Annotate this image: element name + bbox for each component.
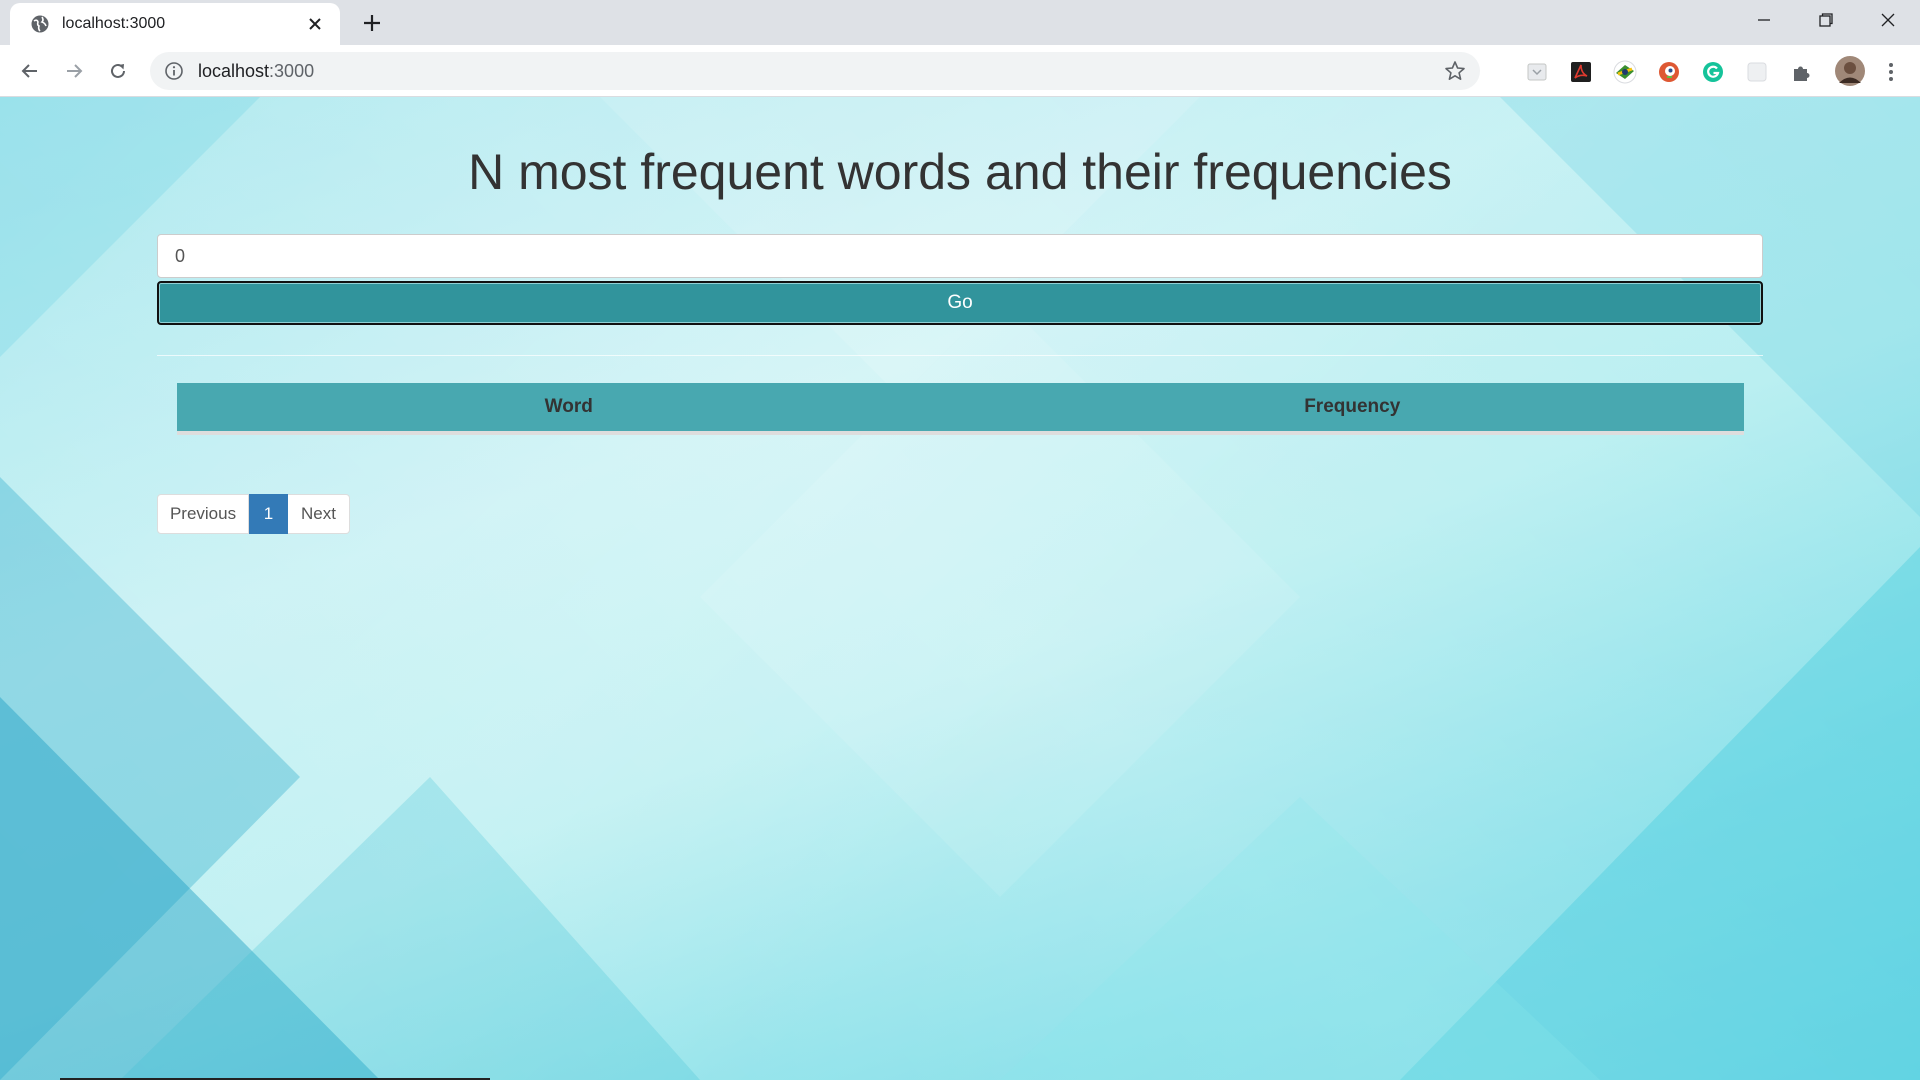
reload-button[interactable]: [102, 55, 134, 87]
blank-extension-icon[interactable]: [1744, 59, 1770, 85]
page-title: N most frequent words and their frequenc…: [468, 144, 1452, 200]
arrow-right-icon: [67, 64, 83, 78]
new-tab-button[interactable]: [358, 9, 386, 37]
menu-button[interactable]: [1878, 59, 1904, 85]
globe-icon: [31, 15, 49, 33]
url-port: :3000: [269, 60, 315, 81]
word-column-header: Word: [544, 396, 593, 417]
close-window-button[interactable]: [1858, 0, 1918, 40]
page-1-button[interactable]: 1: [249, 494, 288, 534]
browser-tab[interactable]: localhost:3000: [10, 3, 340, 45]
grammarly-extension-icon[interactable]: [1700, 59, 1726, 85]
pocket-extension-icon[interactable]: [1524, 59, 1550, 85]
more-vert-icon: [1889, 63, 1893, 81]
profile-avatar[interactable]: [1834, 55, 1866, 87]
plus-icon: [364, 15, 380, 31]
info-icon[interactable]: [164, 61, 184, 81]
frequency-column-header: Frequency: [1304, 396, 1401, 417]
pagination: Previous 1 Next: [157, 494, 350, 534]
forward-button[interactable]: [58, 55, 90, 87]
minimize-button[interactable]: [1734, 0, 1794, 40]
acrobat-extension-icon[interactable]: [1568, 59, 1594, 85]
restore-icon: [1819, 13, 1833, 27]
tab-close-button[interactable]: [304, 13, 326, 35]
restore-button[interactable]: [1796, 0, 1856, 40]
tab-strip: localhost:3000: [0, 0, 1920, 45]
ninja-extension-icon[interactable]: [1612, 59, 1638, 85]
reload-icon: [111, 63, 125, 78]
close-icon: [309, 18, 321, 30]
tab-title: localhost:3000: [62, 15, 166, 32]
next-page-button[interactable]: Next: [288, 494, 350, 534]
frequency-table-header: Word Frequency: [177, 383, 1744, 435]
star-icon[interactable]: [1444, 60, 1466, 82]
duckduckgo-extension-icon[interactable]: [1656, 59, 1682, 85]
url-host: localhost: [198, 60, 270, 81]
n-input[interactable]: [157, 234, 1763, 278]
address-bar[interactable]: localhost:3000: [150, 52, 1480, 90]
divider: [157, 355, 1763, 356]
minimize-icon: [1758, 19, 1770, 21]
previous-page-button[interactable]: Previous: [157, 494, 249, 534]
close-icon: [1881, 13, 1895, 27]
browser-toolbar: localhost:3000: [0, 45, 1920, 97]
page-viewport: N most frequent words and their frequenc…: [0, 97, 1920, 1080]
puzzle-icon[interactable]: [1788, 59, 1814, 85]
arrow-left-icon: [21, 64, 37, 78]
go-button[interactable]: Go: [157, 281, 1763, 325]
back-button[interactable]: [14, 55, 46, 87]
